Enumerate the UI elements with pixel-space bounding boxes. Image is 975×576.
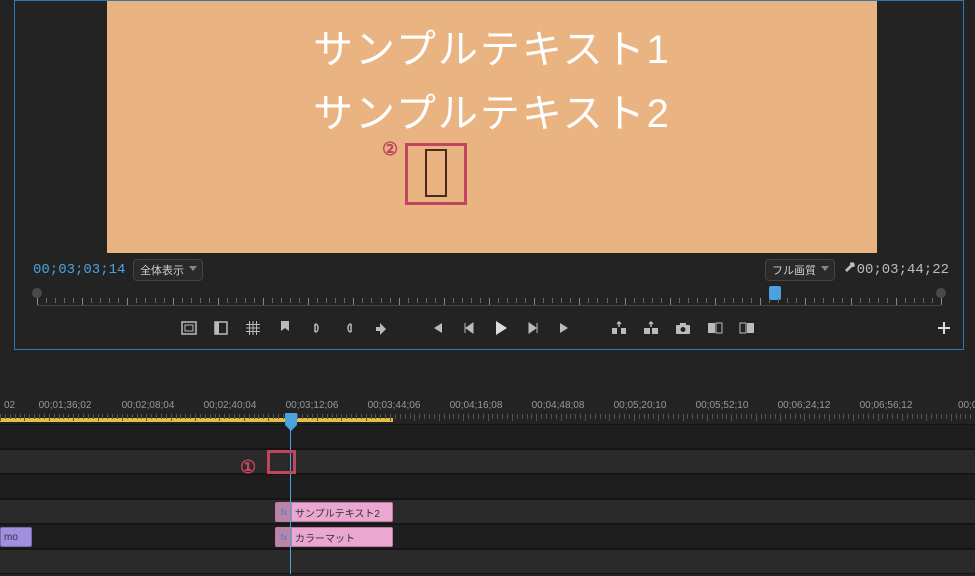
timeline-playhead[interactable] [285,413,297,425]
time-label: 00;01;36;02 [39,400,92,411]
program-monitor-panel: サンプルテキスト1 サンプルテキスト2 ② 00;03;03;14 全体表示 フ… [14,0,964,350]
clip-label: サンプルテキスト2 [295,505,380,520]
fx-badge-icon: fx [281,533,287,542]
quality-select-label: フル画質 [772,265,816,277]
annotation-2-box [405,143,467,205]
timeline-playhead-line [290,424,291,574]
in-point-icon[interactable] [308,319,326,337]
export-frame-icon[interactable] [372,319,390,337]
zoom-select[interactable]: 全体表示 [133,259,203,281]
step-back-icon[interactable] [460,319,478,337]
transport-controls [15,319,963,347]
program-viewer[interactable]: サンプルテキスト1 サンプルテキスト2 ② [107,1,877,253]
go-to-in-icon[interactable] [428,319,446,337]
program-controls-info-row: 00;03;03;14 全体表示 フル画質 00;03;44;22 [15,257,963,283]
grid-icon[interactable] [244,319,262,337]
time-label: 00;06;24;12 [778,400,831,411]
quality-select[interactable]: フル画質 [765,259,835,281]
out-point-icon[interactable] [340,319,358,337]
clip-color-mat[interactable]: fx カラーマット [275,527,393,547]
program-canvas: サンプルテキスト1 サンプルテキスト2 ② [107,1,877,253]
duration-timecode[interactable]: 00;03;44;22 [857,262,949,278]
timeline-ruler[interactable]: 02 00;01;36;02 00;02;08;04 00;02;40;04 0… [0,392,975,424]
canvas-text-2: サンプルテキスト2 [107,81,877,139]
clip-label: mo [1,532,18,543]
compare-b-icon[interactable] [738,319,756,337]
annotation-1-label: ① [240,457,256,478]
lift-icon[interactable] [610,319,628,337]
fx-badge-icon: fx [281,508,287,517]
scrubber-playhead[interactable] [769,286,781,300]
time-label: 00;02;40;04 [204,400,257,411]
track-a1[interactable]: mo fx カラーマット [0,524,975,549]
step-forward-icon[interactable] [524,319,542,337]
annotation-1-box [267,450,296,474]
time-label: 00;05;52;10 [696,400,749,411]
time-label: 00;05;20;10 [614,400,667,411]
annotation-2-label: ② [382,139,398,160]
program-scrubber[interactable] [37,286,941,306]
zoom-select-label: 全体表示 [140,265,184,277]
scrubber-end-handle[interactable] [936,288,946,298]
clip-label: カラーマット [295,530,355,545]
track-v1[interactable]: fx サンプルテキスト2 [0,499,975,524]
time-label: 00;02;08;04 [122,400,175,411]
current-timecode[interactable]: 00;03;03;14 [33,262,125,278]
track-v2[interactable] [0,474,975,499]
play-icon[interactable] [492,319,510,337]
time-label: 00;03;44;06 [368,400,421,411]
track-a2[interactable] [0,549,975,574]
timeline-tracks: fx サンプルテキスト2 mo fx カラーマット [0,424,975,574]
time-label: 02 [4,400,15,411]
marker-icon[interactable] [276,319,294,337]
track-v3[interactable] [0,449,975,474]
compare-a-icon[interactable] [706,319,724,337]
text-cursor-box[interactable] [425,149,447,197]
wrench-icon[interactable] [840,259,858,277]
time-label: 00;07;2 [958,400,975,411]
safe-margins-icon[interactable] [180,319,198,337]
reference-icon[interactable] [212,319,230,337]
camera-icon[interactable] [674,319,692,337]
time-label: 00;03;12;06 [286,400,339,411]
clip-sample-text-2[interactable]: fx サンプルテキスト2 [275,502,393,522]
time-label: 00;06;56;12 [860,400,913,411]
time-label: 00;04;48;08 [532,400,585,411]
extract-icon[interactable] [642,319,660,337]
time-label: 00;04;16;08 [450,400,503,411]
scrubber-start-handle[interactable] [32,288,42,298]
plus-icon[interactable] [935,319,953,337]
track-v4[interactable] [0,424,975,449]
canvas-text-1: サンプルテキスト1 [107,17,877,75]
clip-mo[interactable]: mo [0,527,32,547]
go-to-out-icon[interactable] [556,319,574,337]
